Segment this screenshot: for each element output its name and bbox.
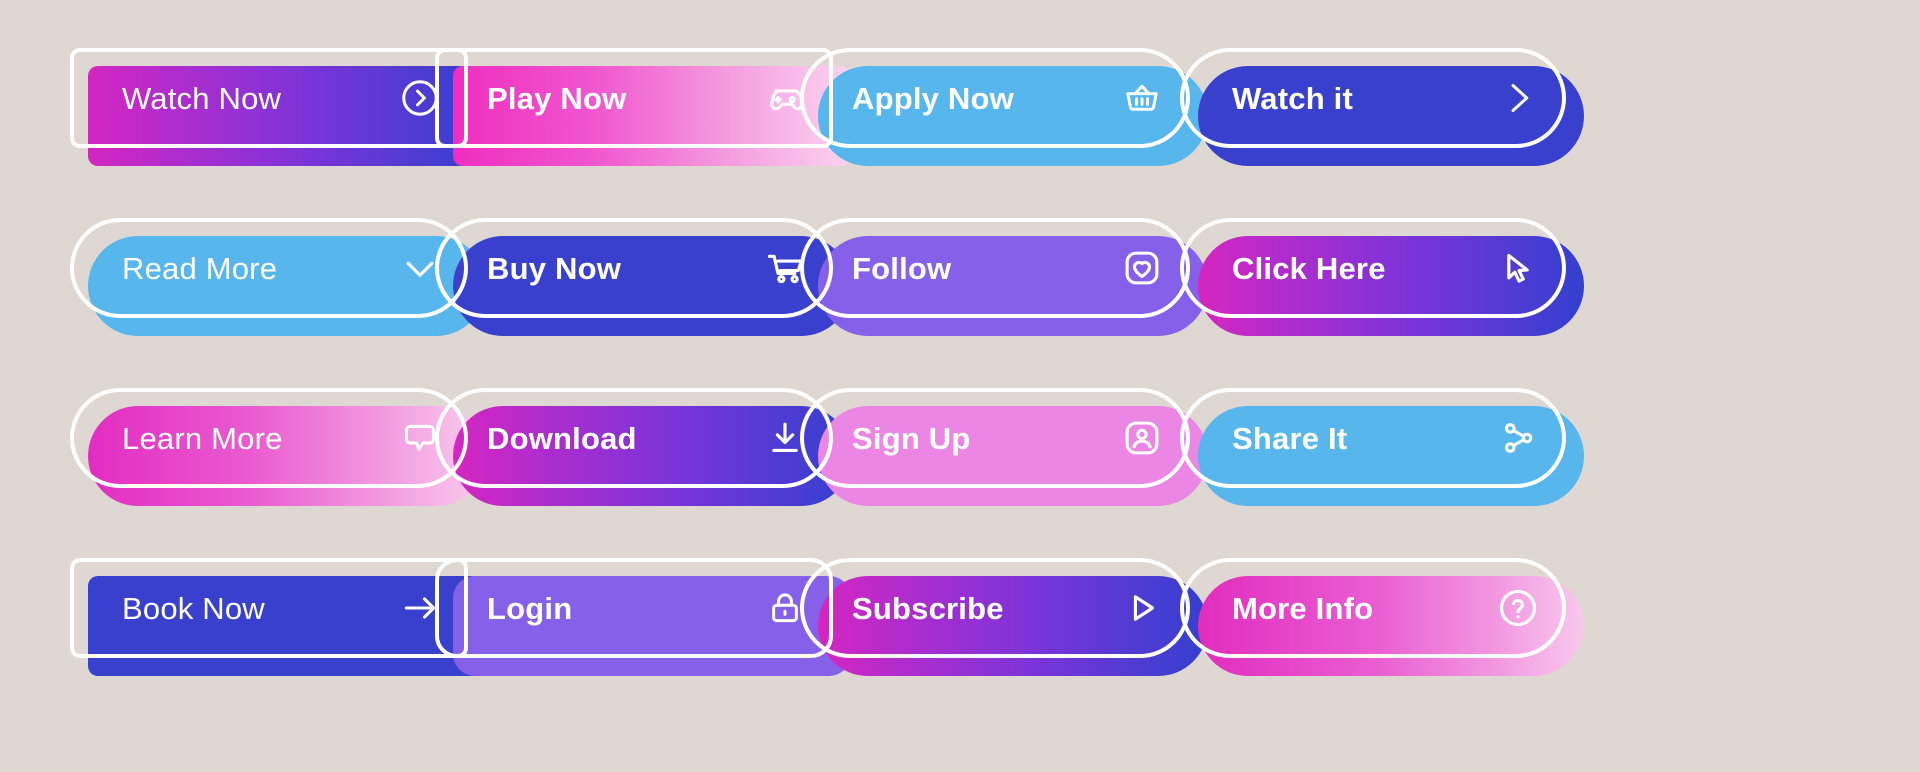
cta-button-read-more[interactable]: Read More	[70, 218, 486, 336]
download-icon[interactable]	[763, 416, 807, 460]
cta-button-watch-now[interactable]: Watch Now	[70, 48, 486, 166]
cta-button-apply-now[interactable]: Apply Now	[800, 48, 1208, 166]
button-content: Watch Now	[88, 48, 468, 148]
lock-icon[interactable]	[763, 586, 807, 630]
button-content: Click Here	[1198, 218, 1566, 318]
cta-button-login[interactable]: Login	[435, 558, 851, 676]
button-content: Watch it	[1198, 48, 1566, 148]
question-circle-icon[interactable]	[1496, 586, 1540, 630]
chevron-right-circle-icon[interactable]	[398, 76, 442, 120]
arrow-right-icon[interactable]	[398, 586, 442, 630]
button-label: Apply Now	[852, 80, 1014, 116]
button-content: Read More	[88, 218, 468, 318]
chevron-down-icon[interactable]	[398, 246, 442, 290]
chevron-right-icon[interactable]	[1496, 76, 1540, 120]
button-label: More Info	[1232, 590, 1374, 626]
button-content: Learn More	[88, 388, 468, 488]
cursor-pointer-icon[interactable]	[1496, 246, 1540, 290]
user-square-icon[interactable]	[1120, 416, 1164, 460]
gamepad-icon[interactable]	[763, 76, 807, 120]
button-content: More Info	[1198, 558, 1566, 658]
speech-bubble-icon[interactable]	[398, 416, 442, 460]
cta-button-learn-more[interactable]: Learn More	[70, 388, 486, 506]
button-label: Watch it	[1232, 80, 1353, 116]
button-content: Buy Now	[453, 218, 833, 318]
button-content: Subscribe	[818, 558, 1190, 658]
button-label: Buy Now	[487, 250, 622, 286]
button-content: Apply Now	[818, 48, 1190, 148]
button-board: Watch Now Play Now Apply Now Watch it Read M…	[0, 0, 1920, 772]
button-label: Follow	[852, 250, 952, 286]
button-label: Subscribe	[852, 590, 1004, 626]
button-label: Login	[487, 590, 573, 626]
cta-button-book-now[interactable]: Book Now	[70, 558, 486, 676]
cta-button-follow[interactable]: Follow	[800, 218, 1208, 336]
shopping-cart-icon[interactable]	[763, 246, 807, 290]
button-label: Read More	[122, 250, 278, 286]
button-label: Download	[487, 420, 637, 456]
button-content: Download	[453, 388, 833, 488]
cta-button-sign-up[interactable]: Sign Up	[800, 388, 1208, 506]
cta-button-share-it[interactable]: Share It	[1180, 388, 1584, 506]
cta-button-subscribe[interactable]: Subscribe	[800, 558, 1208, 676]
button-content: Follow	[818, 218, 1190, 318]
play-triangle-icon[interactable]	[1120, 586, 1164, 630]
button-label: Click Here	[1232, 250, 1386, 286]
cta-button-watch-it[interactable]: Watch it	[1180, 48, 1584, 166]
cta-button-download[interactable]: Download	[435, 388, 851, 506]
button-label: Sign Up	[852, 420, 971, 456]
button-content: Play Now	[453, 48, 833, 148]
button-content: Sign Up	[818, 388, 1190, 488]
shopping-basket-icon[interactable]	[1120, 76, 1164, 120]
cta-button-buy-now[interactable]: Buy Now	[435, 218, 851, 336]
heart-square-icon[interactable]	[1120, 246, 1164, 290]
button-label: Play Now	[487, 80, 627, 116]
button-label: Watch Now	[122, 80, 282, 116]
button-label: Learn More	[122, 420, 283, 456]
cta-button-play-now[interactable]: Play Now	[435, 48, 851, 166]
button-label: Share It	[1232, 420, 1348, 456]
button-label: Book Now	[122, 590, 265, 626]
button-content: Login	[453, 558, 833, 658]
cta-button-more-info[interactable]: More Info	[1180, 558, 1584, 676]
button-content: Share It	[1198, 388, 1566, 488]
button-content: Book Now	[88, 558, 468, 658]
share-network-icon[interactable]	[1496, 416, 1540, 460]
cta-button-click-here[interactable]: Click Here	[1180, 218, 1584, 336]
